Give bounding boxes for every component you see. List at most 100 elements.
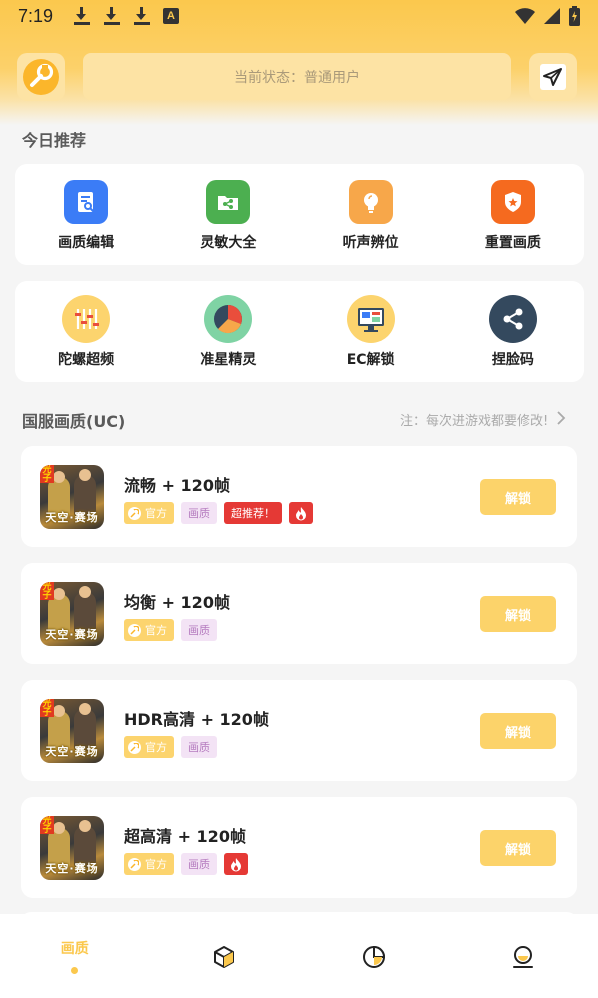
item-title: HDR高清 + 120帧	[124, 710, 269, 729]
feature-label: 灵敏大全	[200, 235, 257, 251]
official-tag-text: 官方	[145, 624, 167, 637]
quality-tag: 画质	[181, 619, 217, 641]
quality-tag: 画质	[181, 853, 217, 875]
share-folder-icon	[206, 180, 251, 224]
section-note[interactable]: 注：每次进游戏都要修改!	[400, 410, 548, 429]
tag-row: 官方 画质 超推荐！	[124, 502, 313, 524]
game-thumbnail: 光子 天空·赛场	[40, 816, 104, 880]
unlock-button[interactable]: 解锁	[480, 596, 556, 632]
feature-label: 听声辨位	[342, 235, 399, 251]
wifi-icon	[515, 8, 535, 24]
section-title-today: 今日推荐	[22, 131, 87, 150]
signal-icon	[544, 8, 560, 24]
official-tag: 官方	[124, 502, 174, 524]
recommend-tag: 超推荐！	[224, 502, 282, 524]
tag-row: 官方 画质	[124, 619, 217, 641]
send-button[interactable]	[529, 53, 577, 101]
app-notification-icon: A	[163, 8, 179, 24]
battery-icon	[569, 6, 580, 26]
nav-tab-quality[interactable]: 画质	[0, 914, 150, 998]
tag-row: 官方 画质	[124, 853, 248, 875]
nav-tab-label: 画质	[60, 941, 89, 957]
nav-tab-stats[interactable]	[299, 914, 449, 998]
official-tag-text: 官方	[145, 741, 167, 754]
coin-icon	[128, 857, 141, 871]
paper-plane-icon	[540, 64, 566, 90]
feature-label: 准星精灵	[200, 352, 257, 368]
thumb-corner-text: 光子	[40, 465, 54, 484]
thumb-caption: 天空·赛场	[45, 862, 99, 875]
active-indicator	[71, 967, 79, 974]
status-time: 7:19	[18, 6, 54, 26]
feature-label: 陀螺超频	[58, 352, 115, 368]
thumb-corner-text: 光子	[40, 699, 54, 718]
feature-crosshair[interactable]: 准星精灵	[157, 281, 299, 382]
feature-reset-quality[interactable]: 重置画质	[442, 164, 584, 265]
edit-doc-icon	[64, 180, 109, 224]
chevron-right-icon[interactable]	[556, 410, 566, 426]
coin-icon	[128, 740, 141, 754]
item-title: 均衡 + 120帧	[124, 593, 230, 612]
list-item[interactable]: 光子 天空·赛场 HDR高清 + 120帧 官方 画质 解锁	[21, 680, 577, 781]
feature-gyro-overclock[interactable]: 陀螺超频	[15, 281, 157, 382]
list-item[interactable]: 光子 天空·赛场 流畅 + 120帧 官方 画质 超推荐！ 解锁	[21, 446, 577, 547]
pie-icon	[362, 945, 385, 968]
wrench-icon	[23, 59, 59, 95]
fire-icon	[224, 853, 248, 875]
unlock-button[interactable]: 解锁	[480, 479, 556, 515]
tools-button[interactable]	[17, 53, 65, 101]
feature-label: 重置画质	[484, 235, 541, 251]
bottom-nav: 画质	[0, 914, 598, 998]
game-thumbnail: 光子 天空·赛场	[40, 699, 104, 763]
list-item[interactable]: 光子 天空·赛场 超高清 + 120帧 官方 画质 解锁	[21, 797, 577, 898]
game-thumbnail: 光子 天空·赛场	[40, 582, 104, 646]
thumb-caption: 天空·赛场	[45, 745, 99, 758]
item-title: 流畅 + 120帧	[124, 476, 230, 495]
shield-star-icon	[490, 180, 535, 224]
pie-chart-icon	[204, 295, 253, 343]
download-icon	[103, 7, 121, 25]
monitor-icon	[346, 295, 395, 343]
quality-tag: 画质	[181, 502, 217, 524]
feature-label: EC解锁	[346, 352, 395, 368]
thumb-corner-text: 光子	[40, 816, 54, 835]
thumb-caption: 天空·赛场	[45, 628, 99, 641]
coin-icon	[128, 506, 141, 520]
download-icon	[73, 7, 91, 25]
list-item[interactable]: 光子 天空·赛场 均衡 + 120帧 官方 画质 解锁	[21, 563, 577, 664]
game-thumbnail: 光子 天空·赛场	[40, 465, 104, 529]
profile-icon	[513, 946, 534, 968]
feature-sensitivity[interactable]: 灵敏大全	[157, 164, 299, 265]
feature-grid-row-1: 画质编辑 灵敏大全 听声辨位 重置画质	[15, 164, 584, 265]
share-nodes-icon	[488, 295, 537, 343]
notification-icons: A	[73, 7, 179, 25]
unlock-button[interactable]: 解锁	[480, 830, 556, 866]
thumb-caption: 天空·赛场	[45, 511, 99, 524]
cube-icon	[214, 946, 235, 968]
fire-icon	[289, 502, 313, 524]
coin-icon	[128, 623, 141, 637]
item-title: 超高清 + 120帧	[124, 827, 246, 846]
feature-ec-unlock[interactable]: EC解锁	[300, 281, 442, 382]
quality-tag: 画质	[181, 736, 217, 758]
official-tag: 官方	[124, 853, 174, 875]
official-tag-text: 官方	[145, 858, 167, 871]
tag-row: 官方 画质	[124, 736, 217, 758]
official-tag: 官方	[124, 736, 174, 758]
nav-tab-profile[interactable]	[449, 914, 598, 998]
official-tag-text: 官方	[145, 507, 167, 520]
nav-tab-tools[interactable]	[150, 914, 300, 998]
feature-grid-row-2: 陀螺超频 准星精灵 EC解锁 捏脸码	[15, 281, 584, 382]
download-icon	[133, 7, 151, 25]
feature-sound-position[interactable]: 听声辨位	[300, 164, 442, 265]
feature-face-code[interactable]: 捏脸码	[442, 281, 584, 382]
feature-quality-edit[interactable]: 画质编辑	[15, 164, 157, 265]
official-tag: 官方	[124, 619, 174, 641]
system-icons	[515, 6, 580, 26]
unlock-button[interactable]: 解锁	[480, 713, 556, 749]
section-title-uc: 国服画质(UC)	[22, 412, 126, 431]
feature-label: 画质编辑	[58, 235, 115, 251]
user-status-bar: 当前状态：普通用户	[83, 53, 511, 100]
feature-label: 捏脸码	[491, 352, 534, 368]
lightbulb-icon	[348, 180, 393, 224]
